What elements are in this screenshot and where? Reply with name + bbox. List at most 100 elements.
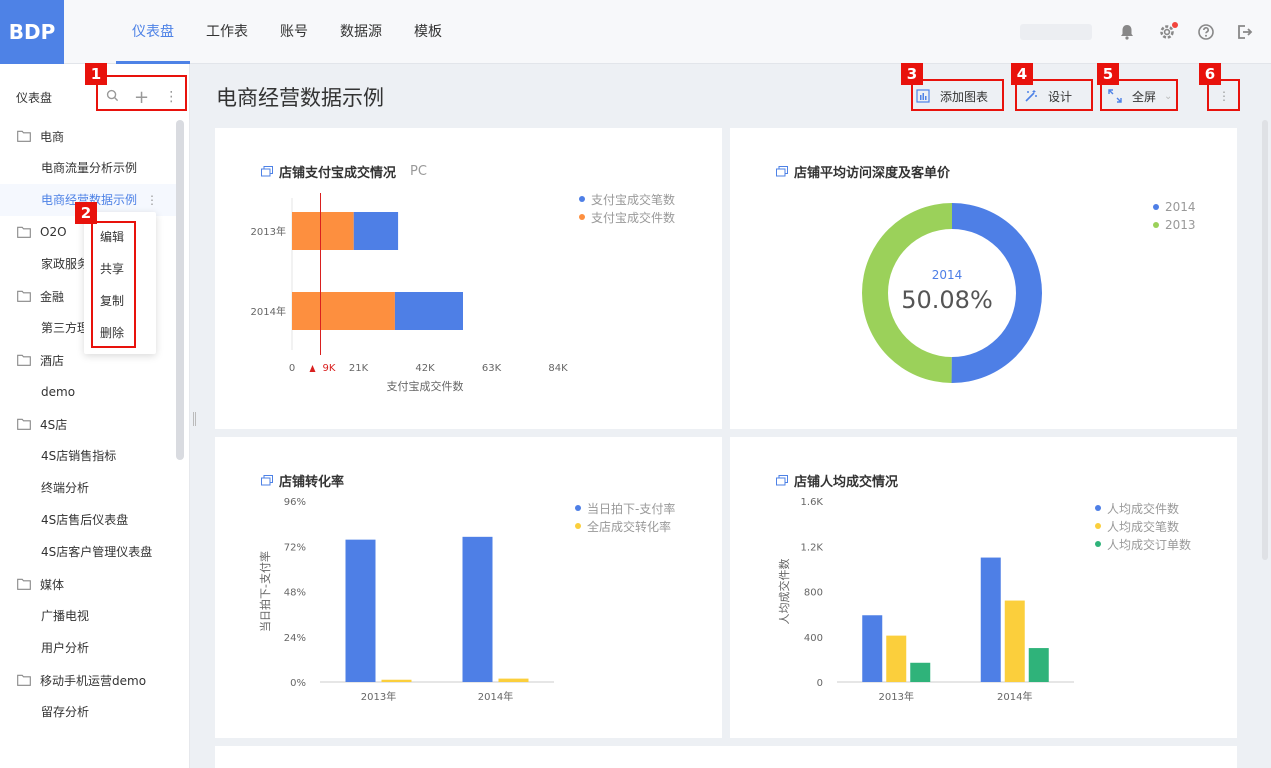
annotation-box-1 bbox=[96, 75, 187, 111]
notification-dot bbox=[1172, 22, 1178, 28]
donut-center-value: 50.08% bbox=[901, 286, 993, 314]
folder-icon bbox=[17, 130, 31, 142]
sidebar-folder[interactable]: 电商 bbox=[0, 120, 176, 152]
annotation-number-6: 6 bbox=[1199, 63, 1221, 85]
sidebar-title: 仪表盘 bbox=[16, 91, 53, 105]
nav-worksheet[interactable]: 工作表 bbox=[190, 0, 264, 64]
chart-card-conversion: 店铺转化率 当日拍下-支付率 全店成交转化率 0% 24% 48% 72% 96% 201… bbox=[215, 437, 722, 738]
nav-account[interactable]: 账号 bbox=[264, 0, 324, 64]
chart-card-per-capita: 店铺人均成交情况 人均成交件数 人均成交笔数 人均成交订单数 0 400 800 1.… bbox=[730, 437, 1237, 738]
x-axis-label: 支付宝成交件数 bbox=[387, 379, 464, 393]
per-capita-bar-chart: 0 400 800 1.2K 1.6K 2013年 2014年 人均成交件数 bbox=[777, 497, 1074, 703]
y-tick-label: 0 bbox=[817, 678, 823, 689]
visit-depth-donut-chart: 2014 50.08% bbox=[862, 203, 1043, 383]
folder-icon bbox=[17, 226, 31, 238]
sidebar-item-label: 家政服务 bbox=[41, 257, 90, 271]
bdp-logo[interactable]: BDP bbox=[0, 0, 64, 64]
chart-card-alipay: 店铺支付宝成交情况 PC 支付宝成交笔数 支付宝成交件数 2013年 2014年 0… bbox=[215, 128, 722, 429]
sidebar-item-label: 留存分析 bbox=[41, 705, 90, 719]
folder-label: 电商 bbox=[40, 129, 65, 144]
y-axis-label: 人均成交件数 bbox=[777, 559, 791, 625]
bell-icon[interactable] bbox=[1117, 22, 1137, 42]
gear-icon[interactable] bbox=[1157, 22, 1178, 42]
y-tick-label: 24% bbox=[284, 633, 306, 644]
sidebar: 仪表盘 + ⋮ 电商 电商流量分析示例 电商经营数据示例 ⋮ O2O 家政服务 金融 第三方理… bbox=[0, 64, 190, 768]
sidebar-item-label: 4S店销售指标 bbox=[41, 449, 117, 463]
sidebar-folder[interactable]: 媒体 bbox=[0, 568, 176, 600]
sidebar-item[interactable]: 终端分析 bbox=[0, 472, 176, 504]
sidebar-item-label: 第三方理 bbox=[41, 321, 90, 335]
folder-icon bbox=[17, 354, 31, 366]
sidebar-item[interactable]: 4S店销售指标 bbox=[0, 440, 176, 472]
folder-label: 移动手机运营demo bbox=[40, 673, 147, 688]
folder-icon bbox=[17, 578, 31, 590]
nav-template[interactable]: 模板 bbox=[398, 0, 458, 64]
sidebar-folder[interactable]: 移动手机运营demo bbox=[0, 664, 176, 696]
bar bbox=[862, 615, 883, 682]
y-tick-label: 96% bbox=[284, 497, 306, 508]
sidebar-item-label: 用户分析 bbox=[41, 641, 90, 655]
sidebar-item[interactable]: 用户分析 bbox=[0, 632, 176, 664]
sidebar-item[interactable]: 留存分析 bbox=[0, 696, 176, 728]
main-scrollbar[interactable] bbox=[1262, 120, 1268, 560]
annotation-box-3 bbox=[911, 79, 1004, 111]
bar bbox=[886, 635, 907, 682]
reference-line-label: 9K bbox=[323, 363, 336, 374]
sidebar-item-label: 4S店客户管理仪表盘 bbox=[41, 545, 153, 559]
y-tick-label: 2014年 bbox=[251, 305, 286, 318]
sidebar-item[interactable]: 广播电视 bbox=[0, 600, 176, 632]
bar-segment bbox=[292, 212, 354, 250]
annotation-number-4: 4 bbox=[1011, 63, 1033, 85]
sidebar-collapse-handle[interactable] bbox=[193, 412, 196, 426]
bar-segment bbox=[353, 212, 399, 250]
bar bbox=[980, 557, 1001, 682]
bar bbox=[462, 536, 493, 682]
y-tick-label: 2013年 bbox=[251, 225, 286, 238]
bar bbox=[498, 678, 529, 682]
sidebar-scrollbar[interactable] bbox=[176, 120, 184, 460]
sidebar-item-label: demo bbox=[41, 385, 76, 399]
folder-label: 金融 bbox=[40, 289, 65, 304]
bar bbox=[910, 662, 931, 682]
sidebar-item[interactable]: 电商流量分析示例 bbox=[0, 152, 176, 184]
user-name-blurred[interactable] bbox=[1020, 24, 1092, 40]
sidebar-item[interactable]: 4S店客户管理仪表盘 bbox=[0, 536, 176, 568]
top-nav-bar: BDP 仪表盘 工作表 账号 数据源 模板 bbox=[0, 0, 1271, 64]
annotation-number-5: 5 bbox=[1097, 63, 1119, 85]
folder-icon bbox=[17, 290, 31, 302]
nav-dashboard[interactable]: 仪表盘 bbox=[116, 0, 190, 64]
folder-label: 酒店 bbox=[40, 353, 65, 368]
nav-datasource[interactable]: 数据源 bbox=[324, 0, 398, 64]
sidebar-item-label: 4S店售后仪表盘 bbox=[41, 513, 129, 527]
sidebar-item[interactable]: demo bbox=[0, 376, 176, 408]
y-tick-label: 72% bbox=[284, 542, 306, 553]
x-tick-label: 2013年 bbox=[879, 690, 914, 703]
sidebar-folder[interactable]: 4S店 bbox=[0, 408, 176, 440]
x-tick-label: 2014年 bbox=[997, 690, 1032, 703]
annotation-number-1: 1 bbox=[85, 63, 107, 85]
sidebar-item-label: 广播电视 bbox=[41, 609, 90, 623]
folder-label: O2O bbox=[40, 225, 67, 239]
y-tick-label: 1.2K bbox=[801, 542, 824, 553]
x-tick-label: 42K bbox=[415, 363, 435, 374]
y-tick-label: 0% bbox=[290, 678, 306, 689]
bar bbox=[345, 539, 376, 682]
annotation-box-2 bbox=[91, 221, 136, 348]
conversion-bar-chart: 0% 24% 48% 72% 96% 2013年 2014年 当日拍下-支付率 bbox=[258, 497, 554, 703]
sidebar-item-label: 终端分析 bbox=[41, 481, 90, 495]
y-axis-label: 当日拍下-支付率 bbox=[258, 551, 272, 632]
chart-card-visit-depth: 店铺平均访问深度及客单价 2014 2013 2014 50.08% bbox=[730, 128, 1237, 429]
alarm-bell-icon bbox=[309, 365, 316, 372]
annotation-number-2: 2 bbox=[75, 202, 97, 224]
sidebar-item[interactable]: 4S店售后仪表盘 bbox=[0, 504, 176, 536]
bar bbox=[381, 679, 412, 682]
folder-label: 媒体 bbox=[40, 577, 65, 592]
alipay-bar-chart: 2013年 2014年 0 21K 42K 63K 84K 9K 支付宝成交件数 bbox=[251, 193, 568, 393]
bar-segment bbox=[394, 292, 463, 330]
help-icon[interactable] bbox=[1196, 22, 1216, 42]
logout-icon[interactable] bbox=[1234, 22, 1254, 42]
folder-icon bbox=[17, 674, 31, 686]
x-tick-label: 2013年 bbox=[361, 690, 396, 703]
folder-icon bbox=[17, 418, 31, 430]
page-title: 电商经营数据示例 bbox=[216, 86, 384, 110]
